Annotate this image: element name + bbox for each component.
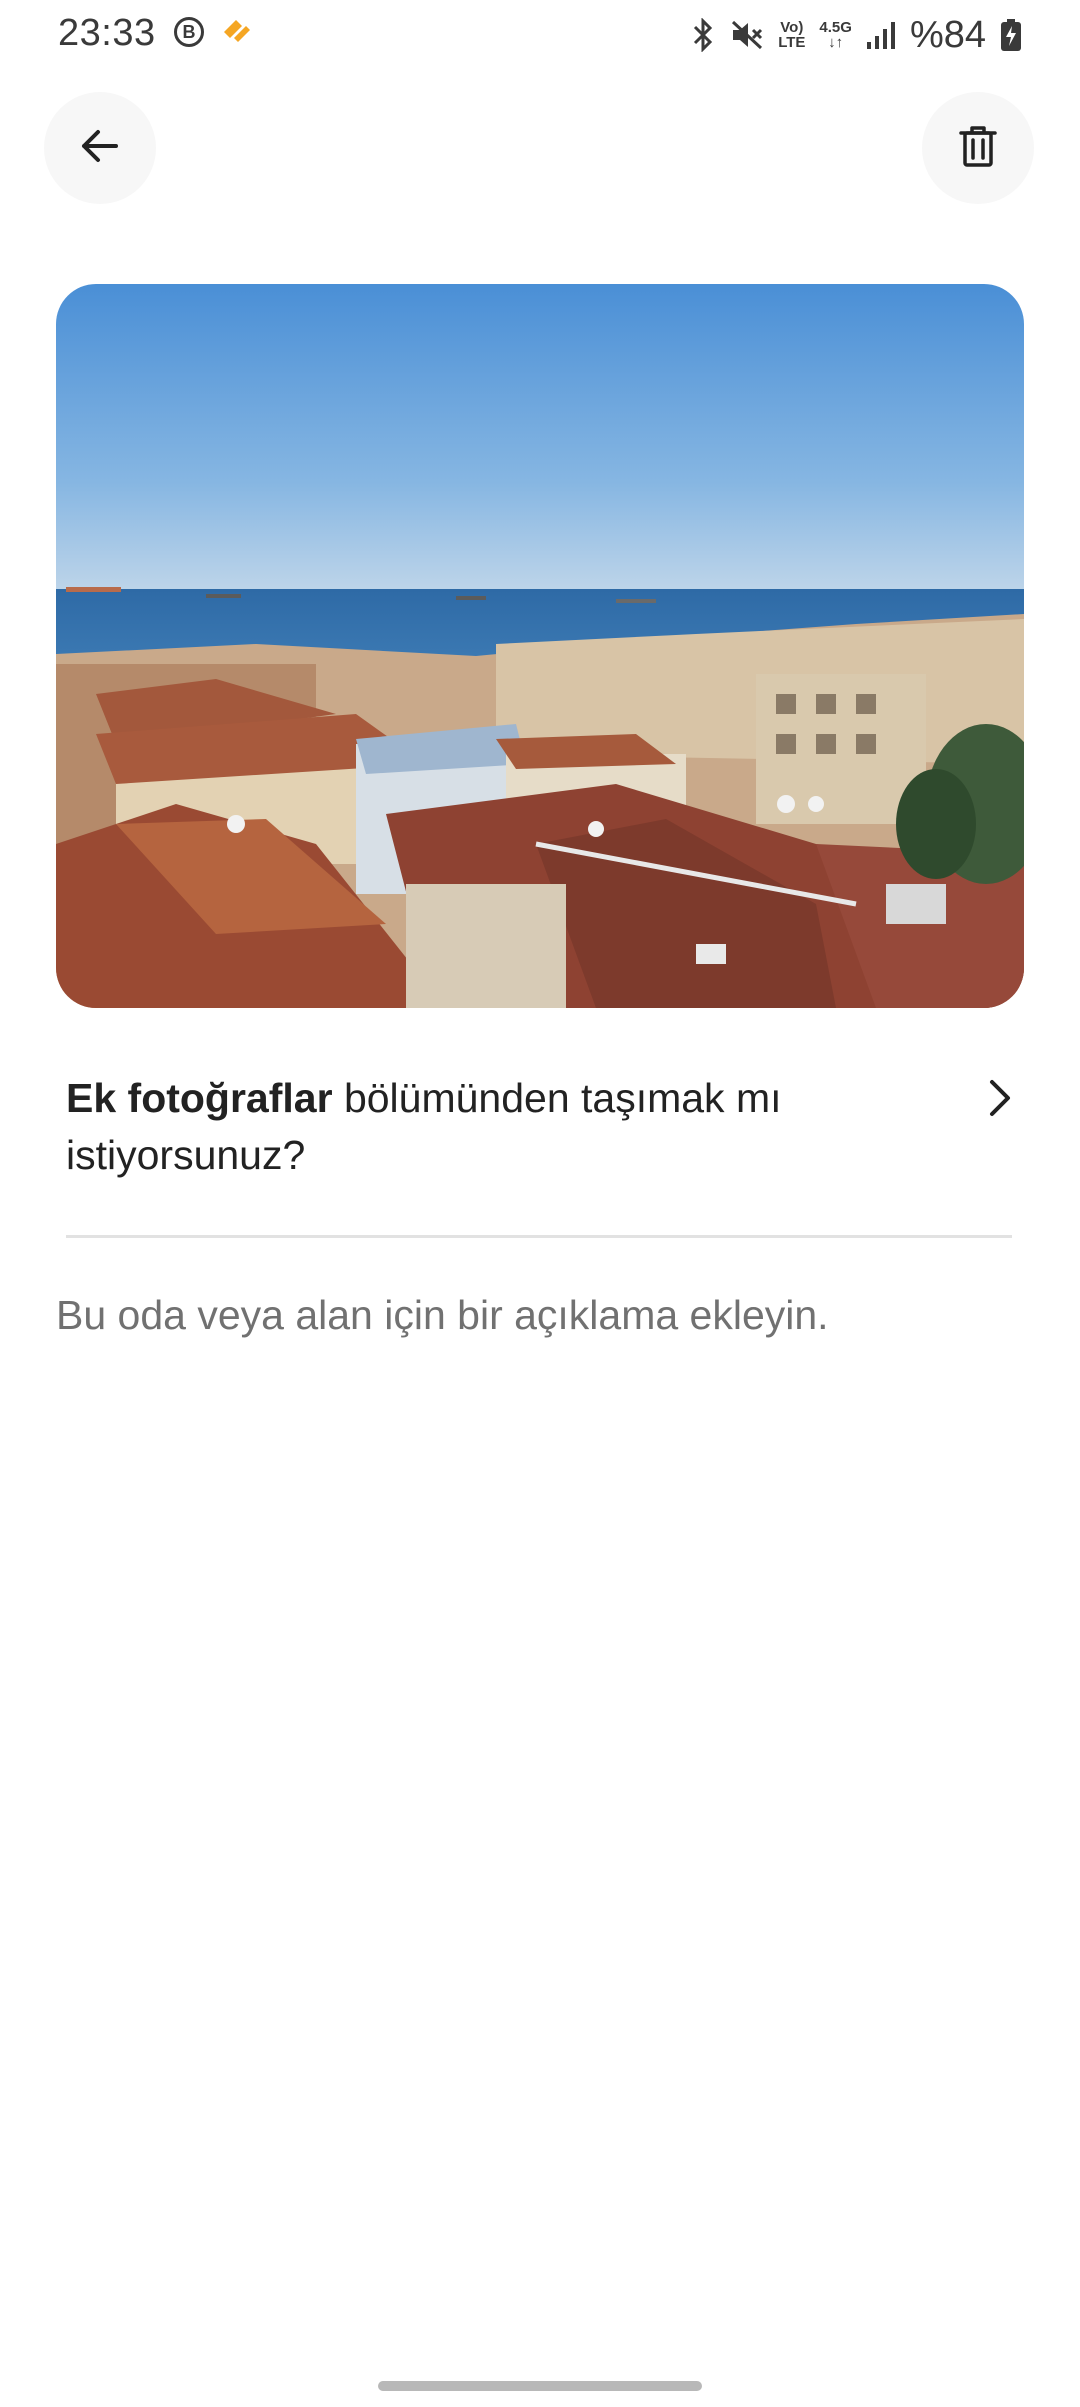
network-generation-indicator: 4.5G ↓↑ (819, 20, 852, 50)
lte-label: LTE (778, 34, 806, 51)
description-input[interactable]: Bu oda veya alan için bir açıklama ekley… (56, 1292, 829, 1339)
b-badge-icon: B (174, 17, 204, 47)
generation-label: 4.5G (819, 19, 852, 36)
photo-detail-screen: 23:33 B Vo) LTE 4.5G ↓↑ %84 Ek fotoğrafl… (0, 0, 1080, 2407)
move-prompt-text: Ek fotoğraflar bölümünden taşımak mı ist… (66, 1070, 926, 1184)
back-button[interactable] (44, 92, 156, 204)
app-notification-icon (220, 16, 254, 51)
home-indicator[interactable] (378, 2381, 702, 2391)
bluetooth-icon (690, 18, 716, 52)
trash-icon (958, 124, 998, 173)
mute-icon (730, 19, 764, 51)
move-to-additional-photos-row[interactable]: Ek fotoğraflar bölümünden taşımak mı ist… (66, 1070, 1014, 1190)
chevron-right-icon (984, 1078, 1014, 1123)
listing-photo[interactable] (56, 284, 1024, 1008)
volte-label: Vo) (780, 19, 804, 36)
data-activity-label: ↓↑ (828, 34, 844, 51)
signal-icon (866, 20, 896, 50)
battery-percent: %84 (909, 13, 986, 56)
status-icons: Vo) LTE 4.5G ↓↑ %84 (690, 12, 1022, 58)
divider (66, 1235, 1012, 1238)
move-prompt-bold: Ek fotoğraflar (66, 1075, 333, 1121)
battery-charging-icon (1000, 18, 1022, 52)
status-time: 23:33 (58, 12, 156, 54)
status-bar: 23:33 B Vo) LTE 4.5G ↓↑ %84 (0, 0, 1080, 70)
delete-photo-button[interactable] (922, 92, 1034, 204)
arrow-left-icon (78, 124, 122, 173)
volte-indicator: Vo) LTE (778, 20, 805, 50)
